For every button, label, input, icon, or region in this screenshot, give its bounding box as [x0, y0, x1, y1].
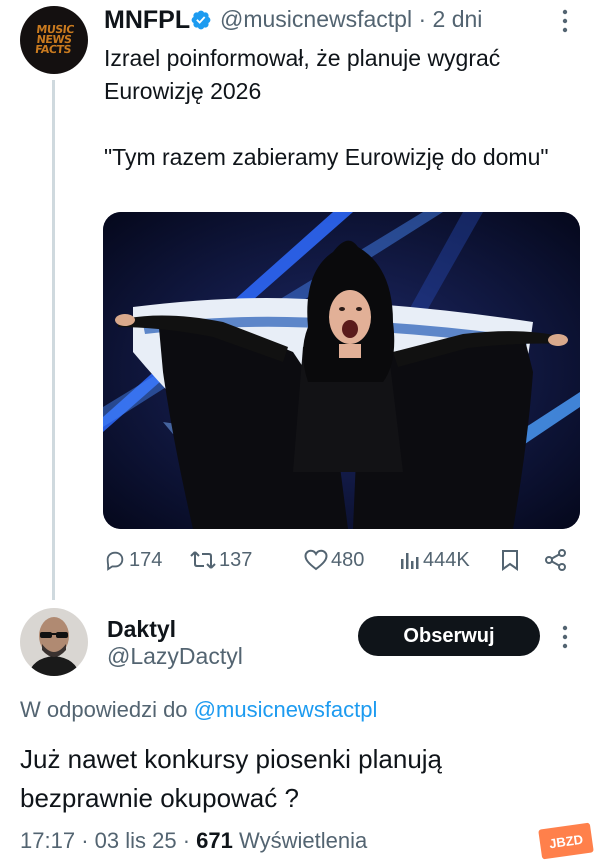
tweet-image[interactable]: [103, 212, 580, 529]
views-action[interactable]: 444K: [400, 544, 470, 576]
reply-views-count: 671: [196, 828, 233, 853]
reply-action[interactable]: 174: [104, 544, 162, 576]
avatar-logo-text: MUSIC NEWS FACTS: [34, 23, 75, 56]
like-count: 480: [331, 548, 365, 571]
repost-icon: [190, 551, 216, 569]
performer-photo: [103, 212, 580, 529]
tweet-text-line: Izrael poinformował, że planuje wygrać E…: [104, 45, 501, 104]
replying-mention-link[interactable]: @musicnewsfactpl: [194, 697, 378, 722]
replying-to: W odpowiedzi do @musicnewsfactpl: [20, 697, 377, 723]
reply-date[interactable]: 03 lis 25: [95, 828, 177, 853]
reply-author-name[interactable]: Daktyl: [107, 616, 176, 643]
like-action[interactable]: 480: [304, 544, 364, 576]
follow-button[interactable]: Obserwuj: [358, 616, 540, 656]
reply-author-handle[interactable]: @LazyDactyl: [107, 643, 243, 670]
reply-count: 174: [129, 548, 163, 571]
repost-action[interactable]: 137: [190, 544, 252, 576]
reply-text: Już nawet konkursy piosenki planują bezp…: [20, 744, 443, 813]
time-separator: ·: [418, 6, 427, 32]
tweet-actions: 174 137 480 444K: [104, 544, 580, 576]
reply-time[interactable]: 17:17: [20, 828, 75, 853]
reply-author-avatar[interactable]: [20, 608, 88, 676]
views-count: 444K: [423, 548, 470, 571]
share-icon: [545, 549, 566, 571]
heart-icon: [304, 549, 328, 571]
verified-badge-icon: [191, 10, 211, 30]
bookmark-button[interactable]: [501, 544, 519, 576]
more-options-icon[interactable]: [558, 8, 572, 34]
meta-separator: ·: [81, 828, 89, 853]
more-options-icon[interactable]: [558, 624, 572, 650]
author-avatar[interactable]: MUSIC NEWS FACTS: [20, 6, 88, 74]
analytics-icon: [401, 553, 419, 569]
meta-separator: ·: [182, 828, 191, 853]
tweet-quote: "Tym razem zabieramy Eurowizję do domu": [104, 144, 549, 170]
watermark-logo: JBZD: [538, 822, 594, 860]
author-handle-time: @musicnewsfactpl · 2 dni: [220, 6, 482, 33]
thread-line: [52, 80, 55, 600]
bookmark-icon: [502, 550, 518, 571]
author-name[interactable]: MNFPL: [104, 6, 190, 35]
replying-prefix: W odpowiedzi do: [20, 697, 188, 722]
reply-meta: 17:17 · 03 lis 25 · 671 Wyświetlenia: [20, 828, 367, 854]
tweet-text: Izrael poinformował, że planuje wygrać E…: [104, 42, 574, 174]
author-handle[interactable]: @musicnewsfactpl: [220, 6, 412, 32]
tweet-time[interactable]: 2 dni: [433, 6, 483, 32]
reply-icon: [106, 551, 124, 571]
repost-count: 137: [219, 548, 253, 571]
share-button[interactable]: [544, 544, 568, 576]
reply-views-label: Wyświetlenia: [239, 828, 368, 853]
avatar-photo: [20, 608, 88, 676]
